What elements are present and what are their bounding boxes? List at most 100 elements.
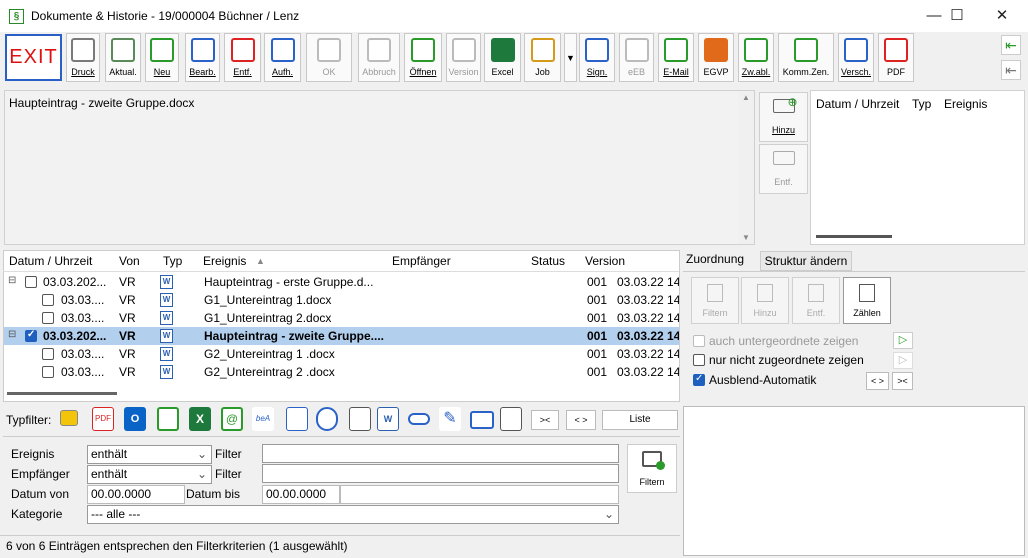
table-scrollbar[interactable] [7,392,117,395]
row-checkbox[interactable] [42,294,54,306]
doc-green-icon[interactable] [500,407,522,431]
empfaenger-operator-select[interactable]: enthält ⌄ [87,465,212,484]
close-button[interactable]: ✕ [979,0,1025,32]
checkbox-ausblend-automatik[interactable] [693,373,705,386]
checkbox-untergeordnete[interactable] [693,335,705,347]
pdf-filter-icon[interactable]: PDF [92,407,114,431]
toolbar-button-label: Aufh. [271,67,293,77]
col-status[interactable]: Status [531,254,565,268]
egvp-button[interactable]: EGVP [698,33,734,82]
history-scrollbar[interactable] [816,235,892,238]
expand-collapse-icon[interactable]: ⊟ [8,275,16,286]
sign-button[interactable]: Sign. [579,33,615,82]
play-green-icon[interactable]: ▷ [893,332,913,349]
excel-button[interactable]: Excel [484,33,521,82]
list-doc-icon[interactable] [349,407,371,431]
word-filter-icon[interactable]: W [377,407,399,431]
play-gray-icon[interactable]: ▷ [893,352,913,369]
preview-scrollbar[interactable]: ▲ ▼ [738,91,754,244]
col-from[interactable]: Von [119,254,140,268]
table-row[interactable]: 03.03.... VR G2_Untereintrag 1 .docx 001 03.… [4,345,679,363]
excel-filter-icon[interactable]: X [189,407,211,431]
attachment-icon[interactable] [408,413,430,425]
table-row[interactable]: 03.03.... VR G1_Untereintrag 1.docx 001 03.0… [4,291,679,309]
version-button[interactable]: Version [446,33,481,82]
checkbox-nicht-zugeordnete[interactable] [693,354,705,366]
pdf-button[interactable]: PDF [878,33,914,82]
empfaenger-filter-input[interactable] [262,464,619,483]
job-button[interactable]: Job [524,33,561,82]
entf-button[interactable]: Entf. [224,33,261,82]
datum-von-input[interactable]: 00.00.0000 [87,485,185,504]
eeb-button[interactable]: eEB [619,33,654,82]
druck-button[interactable]: Druck [66,33,100,82]
versch-button[interactable]: Versch. [838,33,874,82]
row-checkbox[interactable] [42,366,54,378]
row-checkbox[interactable] [42,312,54,324]
maximize-button[interactable]: ☐ [934,0,980,32]
ereignis-filter-input[interactable] [262,444,619,463]
option-nicht-zugeordnete[interactable]: nur nicht zugeordnete zeigen [693,352,864,367]
aufh-button[interactable]: Aufh. [264,33,301,82]
kategorie-select[interactable]: --- alle --- ⌄ [87,505,619,524]
expand-types-button[interactable]: < > [566,410,596,430]
option-untergeordnete[interactable]: auch untergeordnete zeigen [693,333,858,348]
col-type[interactable]: Typ [163,254,182,268]
exit-button[interactable]: EXIT [5,34,62,81]
zuordnung-filter-button[interactable]: Filtern [691,277,739,324]
option-ausblend-automatik[interactable]: Ausblend-Automatik [693,372,816,387]
filter-button[interactable]: Filtern [627,444,677,493]
zaehlen-button[interactable]: Zählen [843,277,891,324]
col-date[interactable]: Datum / Uhrzeit [9,254,92,268]
ereignis-operator-select[interactable]: enthält ⌄ [87,445,212,464]
neu-button[interactable]: Neu [145,33,179,82]
abbruch-button[interactable]: Abbruch [358,33,400,82]
history-col-event[interactable]: Ereignis [944,97,987,111]
word-doc-icon: W [160,347,173,361]
bearb-button[interactable]: Bearb. [185,33,220,82]
table-row[interactable]: 03.03.... VR G2_Untereintrag 2 .docx 001 03.… [4,363,679,381]
komm-zen-button[interactable]: Komm.Zen. [778,33,834,82]
row-checkbox[interactable] [25,276,37,288]
folder-blue-icon[interactable] [470,411,494,429]
row-checkbox[interactable] [25,329,37,342]
globe-search-icon[interactable] [316,407,338,431]
expand-collapse-icon[interactable]: ⊟ [8,329,16,340]
outlook-filter-icon[interactable]: O [124,407,146,431]
zuordnung-add-button[interactable]: Hinzu [741,277,789,324]
table-row[interactable]: 03.03.... VR G1_Untereintrag 2.docx 001 03.0… [4,309,679,327]
bea-icon[interactable]: beA [252,407,274,431]
arrow-left-icon[interactable]: ⇤ [1001,35,1021,55]
col-event[interactable]: Ereignis [203,254,246,268]
row-checkbox[interactable] [42,348,54,360]
tab-struktur-aendern[interactable]: Struktur ändern [760,251,852,271]
e-mail-button[interactable]: E-Mail [658,33,694,82]
col-recipient[interactable]: Empfänger [392,254,451,268]
ok-button[interactable]: OK [306,33,352,82]
edit-filter-icon[interactable]: ✎ [439,407,461,431]
folder-green-icon[interactable] [157,407,179,431]
table-row[interactable]: ⊟ 03.03.202... VR Haupteintrag - erste Grup… [4,273,679,291]
zw-abl-button[interactable]: Zw.abl. [738,33,774,82]
document-filter-icon[interactable] [286,407,308,431]
zuordnung-expand-button[interactable]: < > [866,372,889,390]
öffnen-button[interactable]: Öffnen [404,33,442,82]
zuordnung-collapse-button[interactable]: >< [892,372,913,390]
zuordnung-remove-button[interactable]: Entf. [792,277,840,324]
collapse-types-button[interactable]: >< [531,410,559,430]
aktual-button[interactable]: Aktual. [105,33,141,82]
table-row[interactable]: ⊟ 03.03.202... VR Haupteintrag - zweite Gru… [4,327,679,345]
list-button[interactable]: Liste [602,410,678,430]
tab-zuordnung[interactable]: Zuordnung [686,252,744,266]
history-col-date[interactable]: Datum / Uhrzeit [816,97,899,111]
remove-history-button[interactable]: Entf. [759,144,808,194]
history-col-type[interactable]: Typ [912,97,931,111]
arrow-left-gray-icon[interactable]: ⇤ [1001,60,1021,80]
job-dropdown-icon[interactable]: ▼ [564,33,577,82]
col-version[interactable]: Version [585,254,625,268]
datum-bis-input[interactable]: 00.00.0000 [262,485,340,504]
add-history-button[interactable]: ⊕ Hinzu [759,92,808,142]
at-email-icon[interactable]: @ [221,407,243,431]
cell-version-date: 03.03.22 14 [617,347,679,361]
all-types-icon[interactable] [60,410,78,426]
